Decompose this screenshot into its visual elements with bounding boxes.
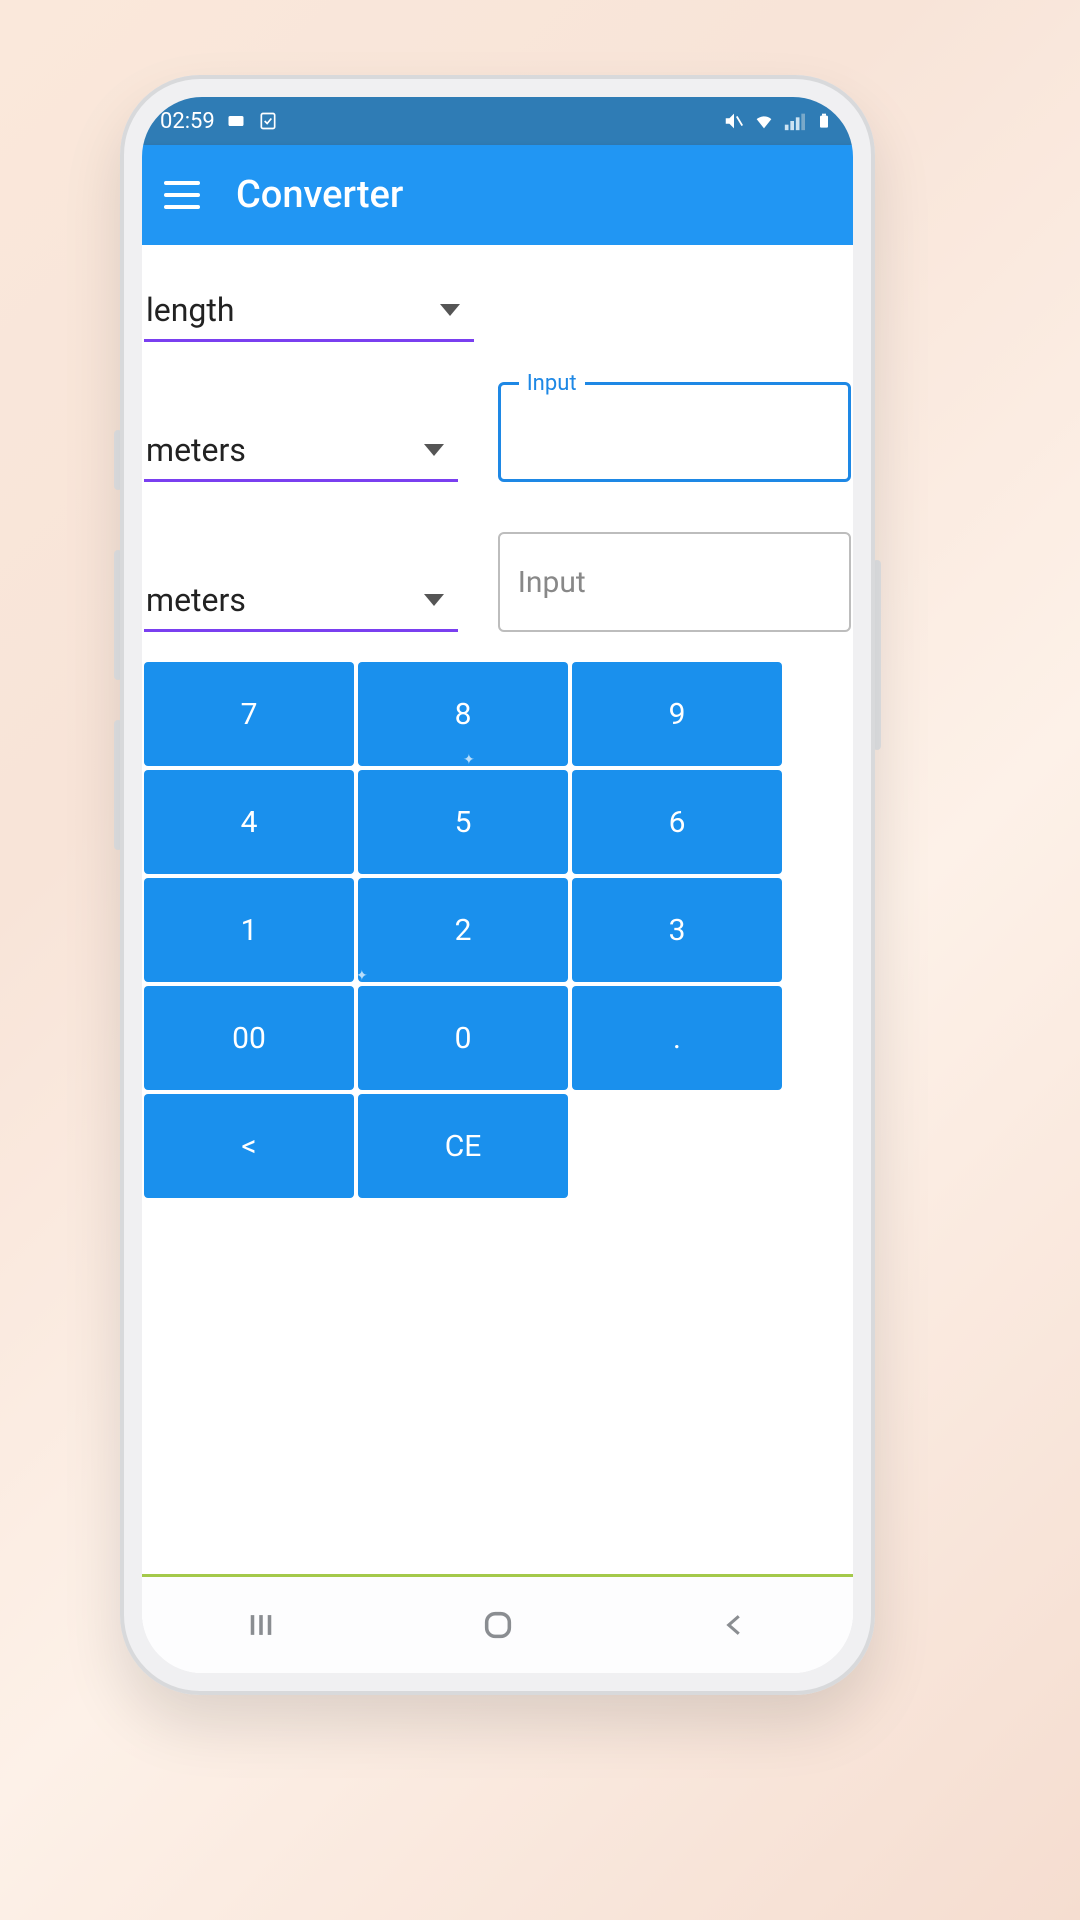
key-0[interactable]: 0 <box>358 986 568 1090</box>
to-input[interactable]: Input <box>498 532 851 632</box>
key-9[interactable]: 9 <box>572 662 782 766</box>
key-1[interactable]: 1 <box>144 878 354 982</box>
from-input-label: Input <box>519 371 585 396</box>
nav-back-icon[interactable] <box>705 1605 765 1645</box>
mute-icon <box>723 110 745 132</box>
to-unit-label: meters <box>146 581 424 619</box>
nav-recents-icon[interactable] <box>231 1605 291 1645</box>
category-dropdown[interactable]: length <box>144 285 474 342</box>
key-backspace[interactable]: < <box>144 1094 354 1198</box>
status-time: 02:59 <box>160 109 215 134</box>
nav-home-icon[interactable] <box>468 1605 528 1645</box>
chevron-down-icon <box>424 444 444 456</box>
menu-icon[interactable] <box>164 181 200 209</box>
key-dot[interactable]: . <box>572 986 782 1090</box>
chevron-down-icon <box>424 594 444 606</box>
key-2[interactable]: 2✦ <box>358 878 568 982</box>
from-input[interactable]: Input <box>498 382 851 482</box>
from-unit-dropdown[interactable]: meters <box>144 425 458 482</box>
battery-icon <box>813 110 835 132</box>
chevron-down-icon <box>440 304 460 316</box>
key-5[interactable]: 5 <box>358 770 568 874</box>
signal-icon <box>783 110 805 132</box>
key-6[interactable]: 6 <box>572 770 782 874</box>
content-area: length meters Input meters <box>142 245 853 1673</box>
key-00[interactable]: 00 <box>144 986 354 1090</box>
to-unit-dropdown[interactable]: meters <box>144 575 458 632</box>
notification-icon <box>225 110 247 132</box>
to-input-placeholder: Input <box>518 565 586 600</box>
app-bar: Converter <box>142 145 853 245</box>
key-4[interactable]: 4 <box>144 770 354 874</box>
key-clear[interactable]: CE <box>358 1094 568 1198</box>
keypad: 7 8✦ 9 4 5 6 1 2✦ 3 00 0 . < CE <box>142 662 853 1198</box>
screen: 02:59 <box>142 97 853 1673</box>
wifi-icon <box>753 110 775 132</box>
phone-frame: 02:59 <box>120 75 875 1695</box>
key-7[interactable]: 7 <box>144 662 354 766</box>
status-bar: 02:59 <box>142 97 853 145</box>
navigation-bar <box>142 1577 853 1673</box>
key-3[interactable]: 3 <box>572 878 782 982</box>
key-8[interactable]: 8✦ <box>358 662 568 766</box>
from-unit-label: meters <box>146 431 424 469</box>
category-label: length <box>146 291 440 329</box>
app-title: Converter <box>236 173 403 217</box>
task-icon <box>257 110 279 132</box>
